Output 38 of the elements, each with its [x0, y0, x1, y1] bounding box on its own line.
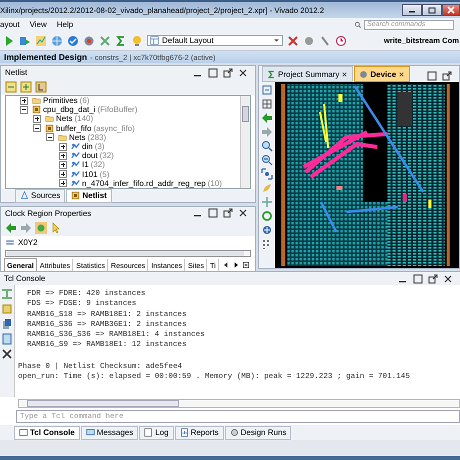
item-detail: (283) — [87, 132, 106, 142]
menu-item[interactable]: Help — [56, 20, 74, 29]
tree-item[interactable]: cpu_dbg_dat_i — [43, 105, 96, 114]
tab[interactable]: Log — [139, 426, 174, 440]
tab[interactable]: Sources — [15, 188, 66, 203]
item-detail: (FifoBuffer) — [98, 105, 138, 114]
design-title: Implemented Design — [4, 52, 88, 62]
item-detail: (32) — [90, 160, 105, 170]
tree-item[interactable]: Primitives — [43, 96, 78, 106]
item-detail: (async_fifo) — [93, 124, 135, 133]
tab[interactable]: Device — [354, 66, 410, 82]
tab[interactable]: Design Runs — [224, 426, 292, 440]
tab[interactable]: Netlist — [66, 188, 112, 203]
tree-item[interactable]: din — [82, 142, 93, 152]
item-detail: (3) — [94, 142, 104, 152]
panel-title: Clock Region Properties — [5, 208, 92, 218]
item-detail: (6) — [80, 96, 90, 106]
tab[interactable]: Project Summary — [262, 66, 354, 82]
tree-item[interactable]: Nets — [69, 132, 86, 142]
tab[interactable]: Messages — [80, 426, 138, 440]
tab[interactable]: Tcl Console — [14, 426, 80, 440]
item-detail: (5) — [100, 170, 110, 179]
tree-item[interactable]: dout — [82, 151, 98, 160]
menu-item[interactable]: ayout — [0, 20, 20, 29]
item-detail: (140) — [74, 114, 94, 124]
object-name: X0Y2 — [18, 238, 38, 247]
tree-item[interactable]: Nets — [56, 114, 72, 124]
item-detail: (32) — [100, 151, 114, 160]
menu-item[interactable]: View — [30, 20, 47, 29]
tree-item[interactable]: I101 — [82, 170, 98, 179]
tree-item[interactable]: buffer_fifo — [56, 124, 92, 133]
tab[interactable]: Reports — [174, 426, 224, 440]
layout-dropdown[interactable]: Default Layout — [147, 35, 283, 46]
panel-title: Tcl Console — [4, 274, 46, 283]
tree-item[interactable]: I1 — [82, 160, 89, 170]
panel-title: Netlist — [5, 68, 28, 77]
tree-item[interactable]: n_4704_infer_fifo.rd_addr_reg_rep — [82, 178, 206, 188]
item-detail: (10) — [208, 178, 222, 188]
